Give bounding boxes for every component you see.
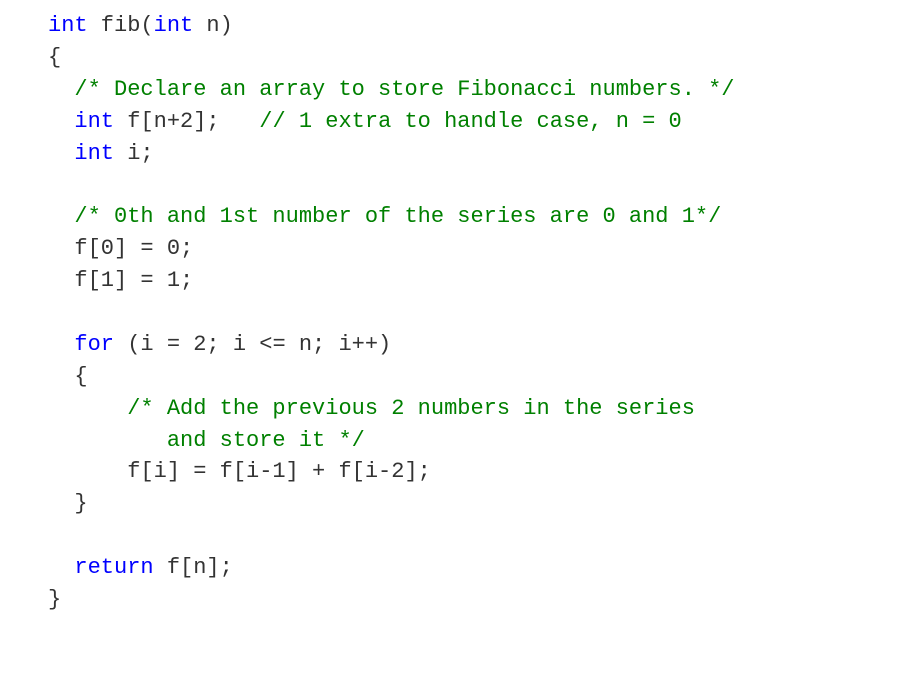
text: f[0] = 0; [48,236,193,261]
blank-line [48,523,61,548]
brace-close: } [48,491,88,516]
blank-line [48,172,61,197]
text: f[n+2]; [114,109,259,134]
brace-close: } [48,587,61,612]
blank-line [48,300,61,325]
text: f[i] = f[i-1] + f[i-2]; [48,459,431,484]
keyword-return: return [74,555,153,580]
text: (i = 2; i <= n; i++) [114,332,391,357]
brace-open: { [48,45,61,70]
keyword-int: int [74,141,114,166]
text: i; [114,141,154,166]
text [48,555,74,580]
text [48,332,74,357]
comment: and store it */ [48,428,365,453]
comment: /* 0th and 1st number of the series are … [48,204,721,229]
text [48,109,74,134]
text: n) [193,13,233,38]
comment: /* Add the previous 2 numbers in the ser… [48,396,695,421]
text [48,141,74,166]
text: f[1] = 1; [48,268,193,293]
code-snippet: int fib(int n) { /* Declare an array to … [0,0,902,626]
brace-open: { [48,364,88,389]
comment: // 1 extra to handle case, n = 0 [259,109,681,134]
text: f[n]; [154,555,233,580]
text: fib( [88,13,154,38]
keyword-int: int [74,109,114,134]
comment: /* Declare an array to store Fibonacci n… [48,77,735,102]
keyword-for: for [74,332,114,357]
keyword-int: int [48,13,88,38]
keyword-int: int [154,13,194,38]
